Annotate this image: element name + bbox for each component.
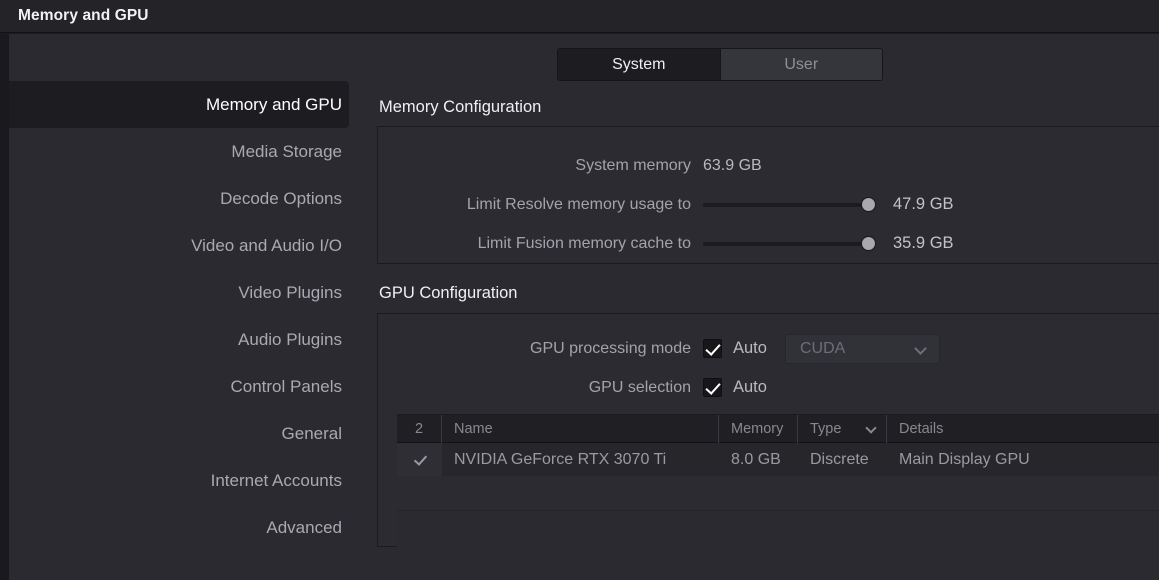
fusion-memory-cache-label: Limit Fusion memory cache to [477,234,691,252]
system-memory-value: 63.9 GB [703,156,762,174]
gpu-processing-mode-row: GPU processing mode Auto CUDA [378,329,1159,368]
tab-user[interactable]: User [720,49,882,80]
gpu-row-details: Main Display GPU [899,450,1030,468]
sidebar-item-label: Memory and GPU [205,94,342,114]
memory-configuration-panel: System memory 63.9 GB Limit Resolve memo… [377,126,1159,264]
gpu-table-empty-area-lower [397,510,1159,550]
gpu-configuration-panel: GPU processing mode Auto CUDA GPU select… [377,313,1159,550]
sidebar-item-label: Advanced [266,517,342,537]
sidebar-item-video-and-audio-io[interactable]: Video and Audio I/O [9,222,360,269]
gpu-row-checkbox[interactable] [397,443,442,476]
resolve-memory-limit-label: Limit Resolve memory usage to [466,195,691,213]
sidebar-item-label: Audio Plugins [238,329,342,349]
resolve-memory-limit-row: Limit Resolve memory usage to 47.9 GB [378,185,1159,224]
sidebar-item-label: General [281,423,342,443]
preferences-content: Memory Configuration System memory 63.9 … [360,81,1159,580]
slider-track [703,241,873,246]
tab-system-label: System [612,55,666,73]
system-memory-label: System memory [575,156,691,174]
table-row[interactable]: NVIDIA GeForce RTX 3070 Ti 8.0 GB Discre… [397,443,1159,476]
sidebar-item-internet-accounts[interactable]: Internet Accounts [9,457,360,504]
gpu-row-type: Discrete [810,450,869,468]
resolve-memory-limit-value: 47.9 GB [893,195,954,213]
fusion-memory-cache-slider[interactable] [703,236,875,252]
sidebar-item-memory-and-gpu[interactable]: Memory and GPU [9,81,349,128]
slider-track [703,202,873,207]
gpu-selection-auto-label: Auto [733,378,767,396]
slider-handle[interactable] [862,198,875,211]
tab-user-label: User [784,55,819,73]
check-icon [413,453,427,467]
gpu-table-header-name[interactable]: Name [442,414,719,443]
preferences-body: System User Memory and GPU Media Storage… [0,34,1159,580]
system-memory-row: System memory 63.9 GB [378,146,1159,185]
sidebar-item-media-storage[interactable]: Media Storage [9,128,360,175]
gpu-table-header-memory[interactable]: Memory [719,414,798,443]
gpu-table-header-count[interactable]: 2 [397,414,442,443]
sort-chevron-down-icon [866,423,877,434]
fusion-memory-cache-row: Limit Fusion memory cache to 35.9 GB [378,224,1159,263]
chevron-down-icon [915,343,927,355]
gpu-table-header: 2 Name Memory Type Details [397,414,1159,443]
memory-configuration-heading: Memory Configuration [379,98,542,116]
fusion-memory-cache-value: 35.9 GB [893,234,954,252]
gpu-row-memory: 8.0 GB [731,450,781,468]
gpu-table-empty-area [397,476,1159,510]
preferences-sidebar: Memory and GPU Media Storage Decode Opti… [9,81,360,580]
sidebar-item-audio-plugins[interactable]: Audio Plugins [9,316,360,363]
gpu-table-header-type-label: Type [810,420,842,437]
sidebar-item-label: Control Panels [230,376,342,396]
window-title: Memory and GPU [18,7,149,24]
gpu-processing-mode-value: CUDA [799,339,846,357]
gpu-configuration-heading: GPU Configuration [379,284,518,302]
gpu-selection-label: GPU selection [588,378,691,396]
gpu-processing-mode-auto-checkbox[interactable] [703,339,722,358]
scope-tab-group: System User [557,48,883,81]
gpu-table-header-type[interactable]: Type [798,414,887,443]
sidebar-item-control-panels[interactable]: Control Panels [9,363,360,410]
gpu-table-header-details[interactable]: Details [887,415,1159,443]
resolve-memory-limit-slider[interactable] [703,197,875,213]
gpu-selection-auto-checkbox[interactable] [703,378,722,397]
sidebar-item-video-plugins[interactable]: Video Plugins [9,269,360,316]
gpu-selection-row: GPU selection Auto [378,368,1159,407]
sidebar-item-label: Decode Options [220,188,342,208]
gpu-processing-mode-auto-label: Auto [733,339,767,357]
slider-handle[interactable] [862,237,875,250]
gpu-processing-mode-label: GPU processing mode [530,339,691,357]
sidebar-item-advanced[interactable]: Advanced [9,504,360,551]
sidebar-item-label: Video Plugins [238,282,342,302]
gpu-processing-mode-dropdown[interactable]: CUDA [784,333,940,364]
gpu-row-name: NVIDIA GeForce RTX 3070 Ti [454,450,667,468]
sidebar-item-general[interactable]: General [9,410,360,457]
sidebar-item-label: Media Storage [231,141,342,161]
sidebar-item-label: Internet Accounts [210,470,342,490]
tab-system[interactable]: System [558,49,721,80]
sidebar-item-decode-options[interactable]: Decode Options [9,175,360,222]
sidebar-item-label: Video and Audio I/O [191,235,342,255]
window-titlebar: Memory and GPU [0,0,1159,33]
gpu-table: 2 Name Memory Type Details NVIDIA GeForc… [397,414,1159,550]
